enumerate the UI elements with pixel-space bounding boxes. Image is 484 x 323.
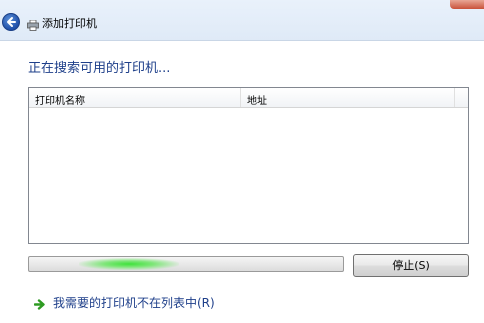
list-header: 打印机名称 地址	[29, 88, 468, 108]
column-header-printer-name[interactable]: 打印机名称	[35, 92, 85, 107]
printer-list[interactable]: 打印机名称 地址	[28, 87, 469, 244]
page-heading: 正在搜索可用的打印机...	[28, 61, 171, 76]
search-progress-bar	[28, 256, 344, 272]
back-arrow-icon[interactable]	[2, 13, 20, 31]
title-bar: 添加打印机	[0, 0, 484, 41]
column-header-address[interactable]: 地址	[247, 92, 267, 107]
green-arrow-icon	[33, 295, 46, 314]
not-listed-link-text[interactable]: 我需要的打印机不在列表中(R)	[53, 294, 215, 311]
window-title: 添加打印机	[42, 17, 97, 30]
column-separator[interactable]	[240, 88, 241, 107]
printer-icon	[27, 16, 39, 35]
stop-button[interactable]: 停止(S)	[353, 254, 469, 277]
progress-glow	[79, 258, 179, 270]
close-button[interactable]	[450, 0, 484, 9]
column-separator[interactable]	[454, 88, 455, 107]
